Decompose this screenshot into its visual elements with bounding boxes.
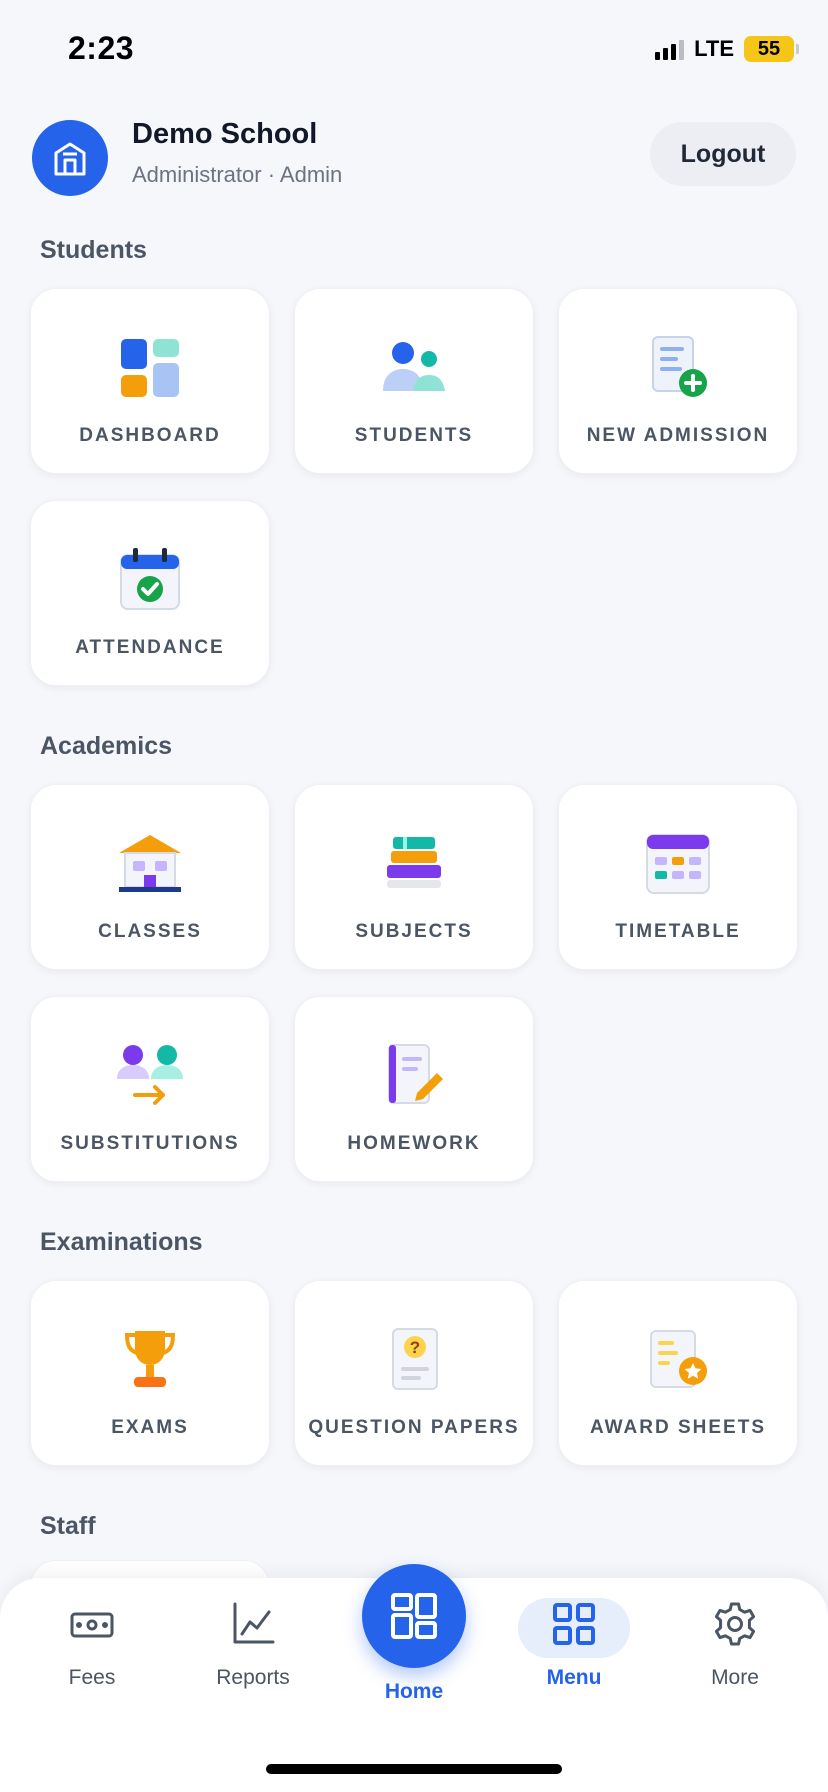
battery-level: 55 [757, 37, 781, 60]
tile-substitutions[interactable]: SUBSTITUTIONS [30, 996, 270, 1182]
header: Demo School Administrator · Admin Logout [32, 118, 796, 196]
award-sheet-icon [650, 1330, 707, 1388]
attendance-icon [120, 548, 180, 610]
nav-reports[interactable]: Reports [188, 1600, 318, 1690]
tile-label: HOMEWORK [347, 1133, 481, 1154]
substitutions-icon [117, 1045, 183, 1105]
tile-timetable[interactable]: TIMETABLE [558, 784, 798, 970]
section-title-staff: Staff [40, 1512, 96, 1540]
tile-students[interactable]: STUDENTS [294, 288, 534, 474]
tile-label: ATTENDANCE [75, 637, 225, 658]
status-bar: 2:23 LTE 55 [0, 0, 828, 100]
students-icon [383, 342, 445, 391]
nav-home-label: Home [384, 1680, 444, 1703]
tile-exams[interactable]: EXAMS [30, 1280, 270, 1466]
tile-attendance[interactable]: ATTENDANCE [30, 500, 270, 686]
logout-button[interactable]: Logout [650, 122, 796, 186]
tile-label: SUBJECTS [355, 921, 473, 942]
svg-text:?: ? [410, 1338, 420, 1357]
status-time: 2:23 [68, 30, 135, 66]
tile-award-sheets[interactable]: AWARD SHEETS [558, 1280, 798, 1466]
network-type: LTE [694, 36, 734, 61]
nav-label: Fees [68, 1666, 116, 1689]
battery-icon: 55 [744, 36, 799, 62]
tile-new-admission[interactable]: NEW ADMISSION [558, 288, 798, 474]
tile-subjects[interactable]: SUBJECTS [294, 784, 534, 970]
gear-icon [714, 1602, 756, 1646]
classes-icon [119, 835, 181, 892]
tile-dashboard[interactable]: DASHBOARD [30, 288, 270, 474]
user-role: Administrator · Admin [132, 162, 343, 187]
chart-icon [233, 1602, 275, 1644]
grid-icon [553, 1603, 595, 1645]
cash-icon [70, 1612, 114, 1638]
timetable-icon [646, 834, 710, 894]
home-indicator [266, 1764, 562, 1774]
school-name: Demo School [132, 118, 318, 150]
nav-label: Reports [216, 1666, 290, 1689]
tile-label: CLASSES [98, 921, 202, 942]
nav-home[interactable] [362, 1564, 466, 1668]
subjects-icon [387, 837, 441, 888]
homework-icon [388, 1044, 443, 1104]
school-avatar [32, 120, 108, 196]
tile-homework[interactable]: HOMEWORK [294, 996, 534, 1182]
new-admission-icon [652, 336, 707, 397]
dashboard-icon [121, 339, 179, 397]
tile-label: STUDENTS [354, 425, 474, 446]
question-paper-icon: ? [392, 1328, 438, 1390]
bottom-nav: Fees Reports Home Menu More [0, 1564, 828, 1792]
section-title-examinations: Examinations [40, 1228, 203, 1256]
tile-label: DASHBOARD [79, 425, 221, 446]
nav-label: Menu [546, 1666, 602, 1689]
section-title-academics: Academics [40, 732, 173, 760]
tile-classes[interactable]: CLASSES [30, 784, 270, 970]
nav-more[interactable]: More [670, 1600, 800, 1690]
status-indicators: LTE 55 [655, 36, 799, 62]
trophy-icon [124, 1331, 176, 1387]
tile-label: TIMETABLE [615, 921, 741, 942]
tile-label: SUBSTITUTIONS [60, 1133, 240, 1154]
section-title-students: Students [40, 236, 147, 264]
tile-label: AWARD SHEETS [589, 1417, 767, 1438]
tile-label: QUESTION PAPERS [308, 1417, 520, 1438]
tile-label: NEW ADMISSION [586, 425, 770, 446]
tile-question-papers[interactable]: ? QUESTION PAPERS [294, 1280, 534, 1466]
nav-label: More [711, 1666, 759, 1689]
tile-label: EXAMS [111, 1417, 189, 1438]
signal-icon [655, 38, 685, 60]
school-building-icon [54, 142, 86, 176]
nav-fees[interactable]: Fees [27, 1600, 157, 1690]
nav-menu[interactable]: Menu [509, 1600, 639, 1690]
home-grid-icon [391, 1593, 437, 1639]
